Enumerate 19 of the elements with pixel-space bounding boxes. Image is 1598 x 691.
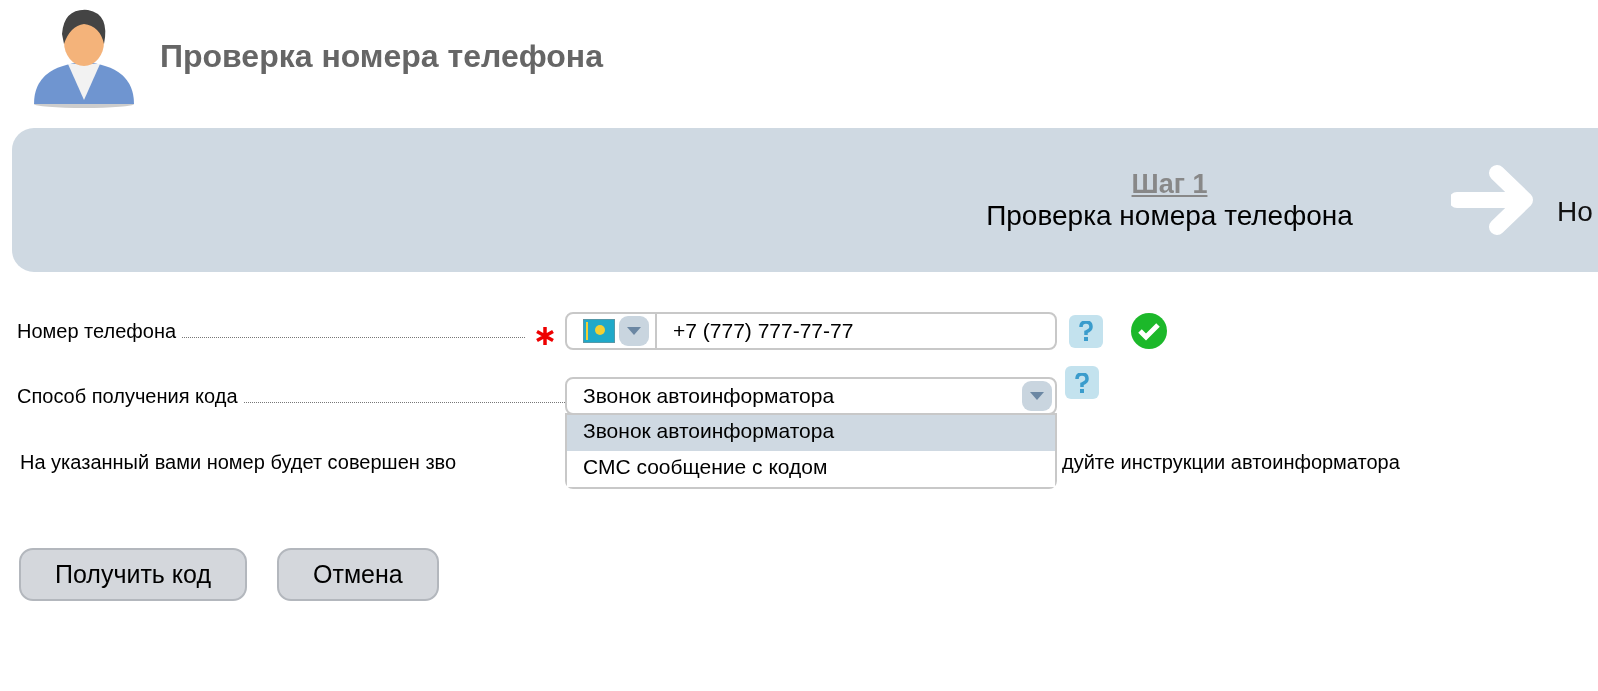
step-name: Но: [1557, 196, 1593, 228]
info-text: дуйте инструкции автоинформатора: [1062, 450, 1400, 474]
field-label: Номер телефона: [17, 319, 177, 343]
get-code-button[interactable]: Получить код: [19, 548, 247, 601]
caret-icon[interactable]: [1022, 381, 1052, 411]
select-value: Звонок автоинформатора: [582, 384, 836, 408]
help-icon[interactable]: [1069, 314, 1103, 348]
field-label: Способ получения кода: [17, 384, 238, 408]
dropdown-option[interactable]: Звонок автоинформатора: [567, 415, 1055, 451]
page-title: Проверка номера телефона: [160, 37, 603, 75]
arrow-icon: [1451, 165, 1535, 235]
help-icon[interactable]: [1065, 366, 1099, 399]
step-name: Проверка номера телефона: [986, 199, 1353, 232]
phone-field[interactable]: +7 (777) 777-77-77: [565, 312, 1057, 350]
cancel-button[interactable]: Отмена: [277, 548, 439, 601]
info-text: На указанный вами номер будет совершен зво: [20, 450, 457, 474]
phone-value: +7 (777) 777-77-77: [672, 319, 855, 343]
flag-icon: [583, 319, 615, 343]
caret-icon[interactable]: [619, 316, 649, 346]
